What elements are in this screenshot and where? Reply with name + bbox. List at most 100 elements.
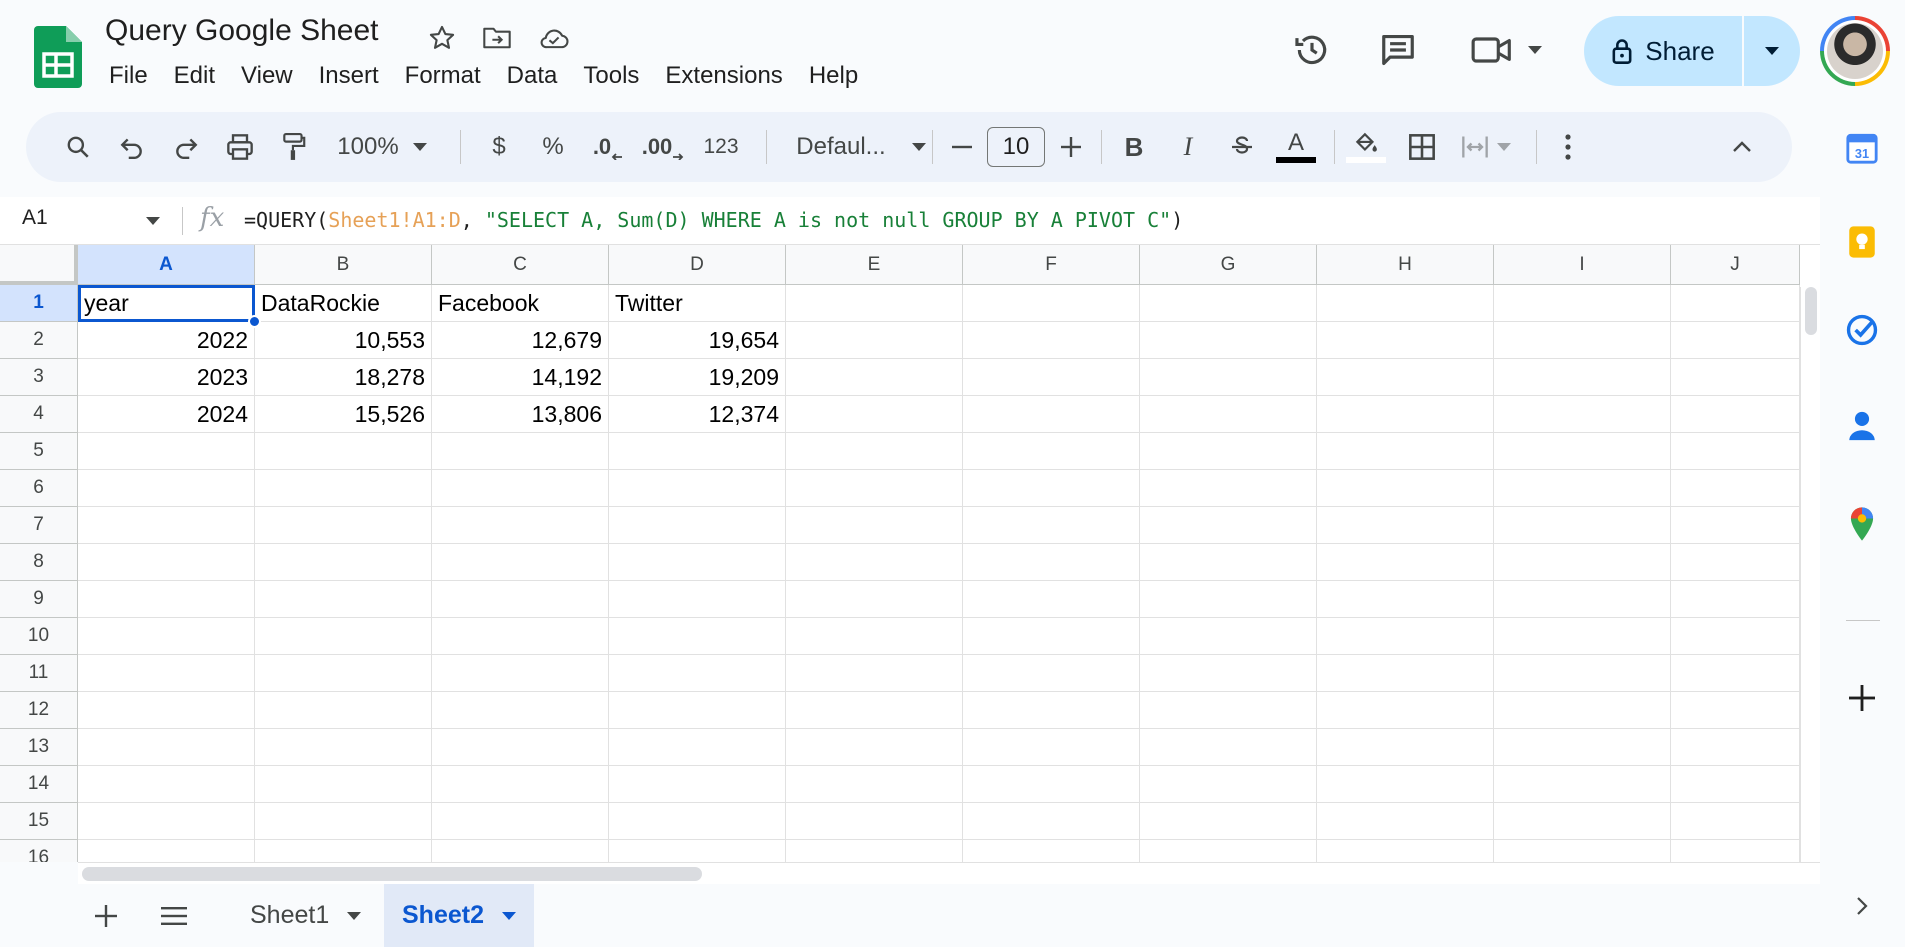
cell-f12[interactable] — [963, 692, 1140, 729]
cell-g6[interactable] — [1140, 470, 1317, 507]
row-header-1[interactable]: 1 — [0, 285, 78, 322]
cell-j4[interactable] — [1671, 396, 1800, 433]
cell-a7[interactable] — [78, 507, 255, 544]
cell-b5[interactable] — [255, 433, 432, 470]
cell-a10[interactable] — [78, 618, 255, 655]
zoom-select[interactable]: 100% — [328, 123, 436, 171]
row-header-10[interactable]: 10 — [0, 618, 78, 655]
cell-a1[interactable]: year — [78, 285, 255, 322]
redo-icon[interactable] — [162, 123, 210, 171]
expand-side-panel-chevron-right-icon[interactable] — [1840, 884, 1884, 928]
cell-g9[interactable] — [1140, 581, 1317, 618]
cell-g3[interactable] — [1140, 359, 1317, 396]
cell-d10[interactable] — [609, 618, 786, 655]
cell-i6[interactable] — [1494, 470, 1671, 507]
cell-d9[interactable] — [609, 581, 786, 618]
cell-i5[interactable] — [1494, 433, 1671, 470]
cell-b2[interactable]: 10,553 — [255, 322, 432, 359]
formula-input[interactable]: =QUERY(Sheet1!A1:D, "SELECT A, Sum(D) WH… — [244, 208, 1183, 232]
cell-h6[interactable] — [1317, 470, 1494, 507]
sheet-tab-sheet1[interactable]: Sheet1 — [232, 884, 379, 947]
cell-i2[interactable] — [1494, 322, 1671, 359]
row-header-12[interactable]: 12 — [0, 692, 78, 729]
print-icon[interactable] — [216, 123, 264, 171]
cell-h10[interactable] — [1317, 618, 1494, 655]
cell-a3[interactable]: 2023 — [78, 359, 255, 396]
cell-i16[interactable] — [1494, 840, 1671, 862]
cell-h13[interactable] — [1317, 729, 1494, 766]
avatar[interactable] — [1820, 16, 1890, 86]
cell-b16[interactable] — [255, 840, 432, 862]
row-header-13[interactable]: 13 — [0, 729, 78, 766]
cell-g16[interactable] — [1140, 840, 1317, 862]
cell-e10[interactable] — [786, 618, 963, 655]
search-menus-icon[interactable] — [54, 123, 102, 171]
sheet-tab-sheet2[interactable]: Sheet2 — [384, 884, 534, 947]
cell-f14[interactable] — [963, 766, 1140, 803]
row-header-7[interactable]: 7 — [0, 507, 78, 544]
cell-c15[interactable] — [432, 803, 609, 840]
cell-c14[interactable] — [432, 766, 609, 803]
row-header-9[interactable]: 9 — [0, 581, 78, 618]
all-sheets-menu-icon[interactable] — [154, 896, 194, 936]
cell-g7[interactable] — [1140, 507, 1317, 544]
cell-j3[interactable] — [1671, 359, 1800, 396]
cell-e2[interactable] — [786, 322, 963, 359]
cell-j2[interactable] — [1671, 322, 1800, 359]
column-header-d[interactable]: D — [609, 245, 786, 285]
cell-d7[interactable] — [609, 507, 786, 544]
cell-h15[interactable] — [1317, 803, 1494, 840]
cell-d15[interactable] — [609, 803, 786, 840]
cell-e7[interactable] — [786, 507, 963, 544]
cell-h1[interactable] — [1317, 285, 1494, 322]
cell-i12[interactable] — [1494, 692, 1671, 729]
row-header-5[interactable]: 5 — [0, 433, 78, 470]
menu-view[interactable]: View — [228, 60, 306, 92]
cell-e1[interactable] — [786, 285, 963, 322]
column-header-a[interactable]: A — [78, 245, 255, 285]
cell-b6[interactable] — [255, 470, 432, 507]
collapse-menus-chevron-up-icon[interactable] — [1720, 123, 1764, 171]
cell-i15[interactable] — [1494, 803, 1671, 840]
cell-c16[interactable] — [432, 840, 609, 862]
row-header-6[interactable]: 6 — [0, 470, 78, 507]
cell-c3[interactable]: 14,192 — [432, 359, 609, 396]
fill-handle[interactable] — [248, 315, 261, 328]
cell-f10[interactable] — [963, 618, 1140, 655]
more-formats-button[interactable]: 123 — [692, 123, 750, 171]
cell-b10[interactable] — [255, 618, 432, 655]
cell-g11[interactable] — [1140, 655, 1317, 692]
add-icon[interactable] — [1840, 676, 1884, 720]
cell-h2[interactable] — [1317, 322, 1494, 359]
cloud-saved-icon[interactable] — [538, 22, 570, 54]
cell-e14[interactable] — [786, 766, 963, 803]
cell-b9[interactable] — [255, 581, 432, 618]
cell-i13[interactable] — [1494, 729, 1671, 766]
cell-f1[interactable] — [963, 285, 1140, 322]
cell-i7[interactable] — [1494, 507, 1671, 544]
vertical-scrollbar[interactable] — [1800, 287, 1820, 862]
cell-h14[interactable] — [1317, 766, 1494, 803]
cell-d3[interactable]: 19,209 — [609, 359, 786, 396]
row-header-15[interactable]: 15 — [0, 803, 78, 840]
row-header-3[interactable]: 3 — [0, 359, 78, 396]
document-title[interactable]: Query Google Sheet — [105, 14, 379, 48]
cell-b12[interactable] — [255, 692, 432, 729]
cell-b11[interactable] — [255, 655, 432, 692]
row-header-16[interactable]: 16 — [0, 840, 78, 862]
cell-c8[interactable] — [432, 544, 609, 581]
menu-extensions[interactable]: Extensions — [652, 60, 795, 92]
cell-i9[interactable] — [1494, 581, 1671, 618]
cell-i14[interactable] — [1494, 766, 1671, 803]
cell-c12[interactable] — [432, 692, 609, 729]
horizontal-scrollbar[interactable] — [78, 862, 1820, 884]
text-color-icon[interactable]: A — [1274, 123, 1318, 171]
column-header-f[interactable]: F — [963, 245, 1140, 285]
cell-j8[interactable] — [1671, 544, 1800, 581]
name-box-chevron-down-icon[interactable] — [146, 217, 160, 225]
cell-i1[interactable] — [1494, 285, 1671, 322]
menu-file[interactable]: File — [96, 60, 161, 92]
cell-d8[interactable] — [609, 544, 786, 581]
cell-d11[interactable] — [609, 655, 786, 692]
menu-tools[interactable]: Tools — [570, 60, 652, 92]
